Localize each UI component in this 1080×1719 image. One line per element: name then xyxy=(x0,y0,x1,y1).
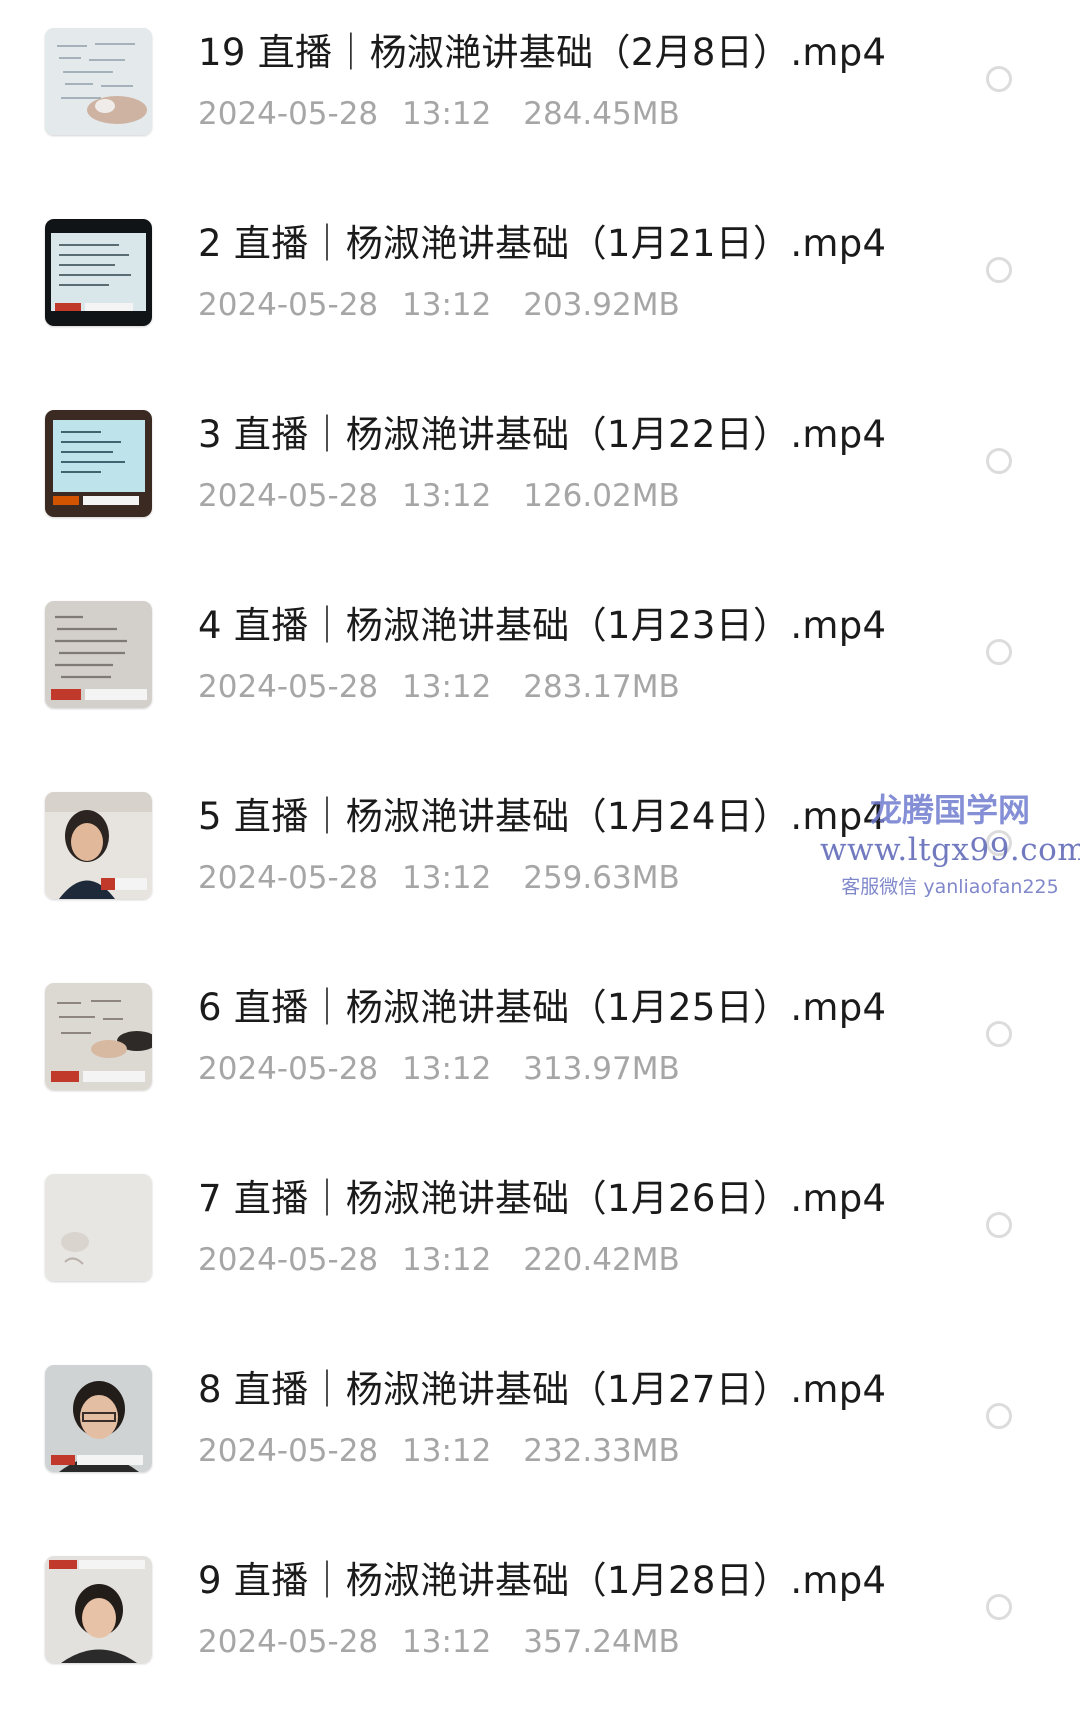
file-name: 3 直播｜杨淑滟讲基础（1月22日）.mp4 xyxy=(198,413,887,456)
file-name: 5 直播｜杨淑滟讲基础（1月24日）.mp4 xyxy=(198,795,887,838)
file-time: 13:12 xyxy=(402,96,492,132)
file-size: 203.92MB xyxy=(523,287,680,323)
select-checkbox[interactable] xyxy=(986,257,1012,283)
select-checkbox[interactable] xyxy=(986,1403,1012,1429)
file-row[interactable]: 8 直播｜杨淑滟讲基础（1月27日）.mp4 2024-05-28 13:12 … xyxy=(0,1337,1080,1528)
file-time: 13:12 xyxy=(402,287,492,323)
file-row[interactable]: 6 直播｜杨淑滟讲基础（1月25日）.mp4 2024-05-28 13:12 … xyxy=(0,955,1080,1146)
file-meta: 2024-05-28 13:12 357.24MB xyxy=(198,1622,680,1662)
file-row[interactable]: 4 直播｜杨淑滟讲基础（1月23日）.mp4 2024-05-28 13:12 … xyxy=(0,573,1080,764)
file-name: 6 直播｜杨淑滟讲基础（1月25日）.mp4 xyxy=(198,986,887,1029)
video-thumbnail xyxy=(45,1556,152,1663)
video-thumbnail xyxy=(45,1365,152,1472)
file-name: 9 直播｜杨淑滟讲基础（1月28日）.mp4 xyxy=(198,1559,887,1602)
file-meta: 2024-05-28 13:12 284.45MB xyxy=(198,94,680,134)
file-meta: 2024-05-28 13:12 313.97MB xyxy=(198,1049,680,1089)
file-date: 2024-05-28 xyxy=(198,1624,379,1660)
file-row[interactable]: 19 直播｜杨淑滟讲基础（2月8日）.mp4 2024-05-28 13:12 … xyxy=(0,0,1080,191)
file-name: 7 直播｜杨淑滟讲基础（1月26日）.mp4 xyxy=(198,1177,887,1220)
video-thumbnail xyxy=(45,219,152,326)
file-row[interactable]: 9 直播｜杨淑滟讲基础（1月28日）.mp4 2024-05-28 13:12 … xyxy=(0,1528,1080,1719)
file-size: 232.33MB xyxy=(523,1433,680,1469)
file-date: 2024-05-28 xyxy=(198,669,379,705)
file-meta: 2024-05-28 13:12 283.17MB xyxy=(198,667,680,707)
file-time: 13:12 xyxy=(402,1051,492,1087)
file-size: 259.63MB xyxy=(523,860,680,896)
select-checkbox[interactable] xyxy=(986,1594,1012,1620)
file-date: 2024-05-28 xyxy=(198,287,379,323)
file-time: 13:12 xyxy=(402,1624,492,1660)
file-meta: 2024-05-28 13:12 126.02MB xyxy=(198,476,680,516)
file-row[interactable]: 7 直播｜杨淑滟讲基础（1月26日）.mp4 2024-05-28 13:12 … xyxy=(0,1146,1080,1337)
file-row[interactable]: 5 直播｜杨淑滟讲基础（1月24日）.mp4 2024-05-28 13:12 … xyxy=(0,764,1080,955)
video-thumbnail xyxy=(45,410,152,517)
video-thumbnail xyxy=(45,28,152,135)
file-time: 13:12 xyxy=(402,1433,492,1469)
select-checkbox[interactable] xyxy=(986,1021,1012,1047)
file-time: 13:12 xyxy=(402,1242,492,1278)
file-name: 8 直播｜杨淑滟讲基础（1月27日）.mp4 xyxy=(198,1368,887,1411)
select-checkbox[interactable] xyxy=(986,1212,1012,1238)
select-checkbox[interactable] xyxy=(986,66,1012,92)
file-time: 13:12 xyxy=(402,669,492,705)
file-meta: 2024-05-28 13:12 203.92MB xyxy=(198,285,680,325)
video-thumbnail xyxy=(45,983,152,1090)
file-size: 284.45MB xyxy=(523,96,680,132)
file-time: 13:12 xyxy=(402,860,492,896)
file-list: 19 直播｜杨淑滟讲基础（2月8日）.mp4 2024-05-28 13:12 … xyxy=(0,0,1080,1710)
video-thumbnail xyxy=(45,792,152,899)
select-checkbox[interactable] xyxy=(986,448,1012,474)
video-thumbnail xyxy=(45,1174,152,1281)
file-name: 2 直播｜杨淑滟讲基础（1月21日）.mp4 xyxy=(198,222,887,265)
file-name: 4 直播｜杨淑滟讲基础（1月23日）.mp4 xyxy=(198,604,887,647)
select-checkbox[interactable] xyxy=(986,830,1012,856)
file-date: 2024-05-28 xyxy=(198,1242,379,1278)
file-date: 2024-05-28 xyxy=(198,860,379,896)
file-name: 19 直播｜杨淑滟讲基础（2月8日）.mp4 xyxy=(198,31,887,74)
file-meta: 2024-05-28 13:12 232.33MB xyxy=(198,1431,680,1471)
file-row[interactable]: 3 直播｜杨淑滟讲基础（1月22日）.mp4 2024-05-28 13:12 … xyxy=(0,382,1080,573)
select-checkbox[interactable] xyxy=(986,639,1012,665)
video-thumbnail xyxy=(45,601,152,708)
file-size: 283.17MB xyxy=(523,669,680,705)
file-date: 2024-05-28 xyxy=(198,96,379,132)
file-size: 313.97MB xyxy=(523,1051,680,1087)
file-meta: 2024-05-28 13:12 259.63MB xyxy=(198,858,680,898)
file-size: 126.02MB xyxy=(523,478,680,514)
file-date: 2024-05-28 xyxy=(198,478,379,514)
file-meta: 2024-05-28 13:12 220.42MB xyxy=(198,1240,680,1280)
file-size: 357.24MB xyxy=(523,1624,680,1660)
file-date: 2024-05-28 xyxy=(198,1051,379,1087)
file-date: 2024-05-28 xyxy=(198,1433,379,1469)
file-time: 13:12 xyxy=(402,478,492,514)
file-row[interactable]: 2 直播｜杨淑滟讲基础（1月21日）.mp4 2024-05-28 13:12 … xyxy=(0,191,1080,382)
file-size: 220.42MB xyxy=(523,1242,680,1278)
